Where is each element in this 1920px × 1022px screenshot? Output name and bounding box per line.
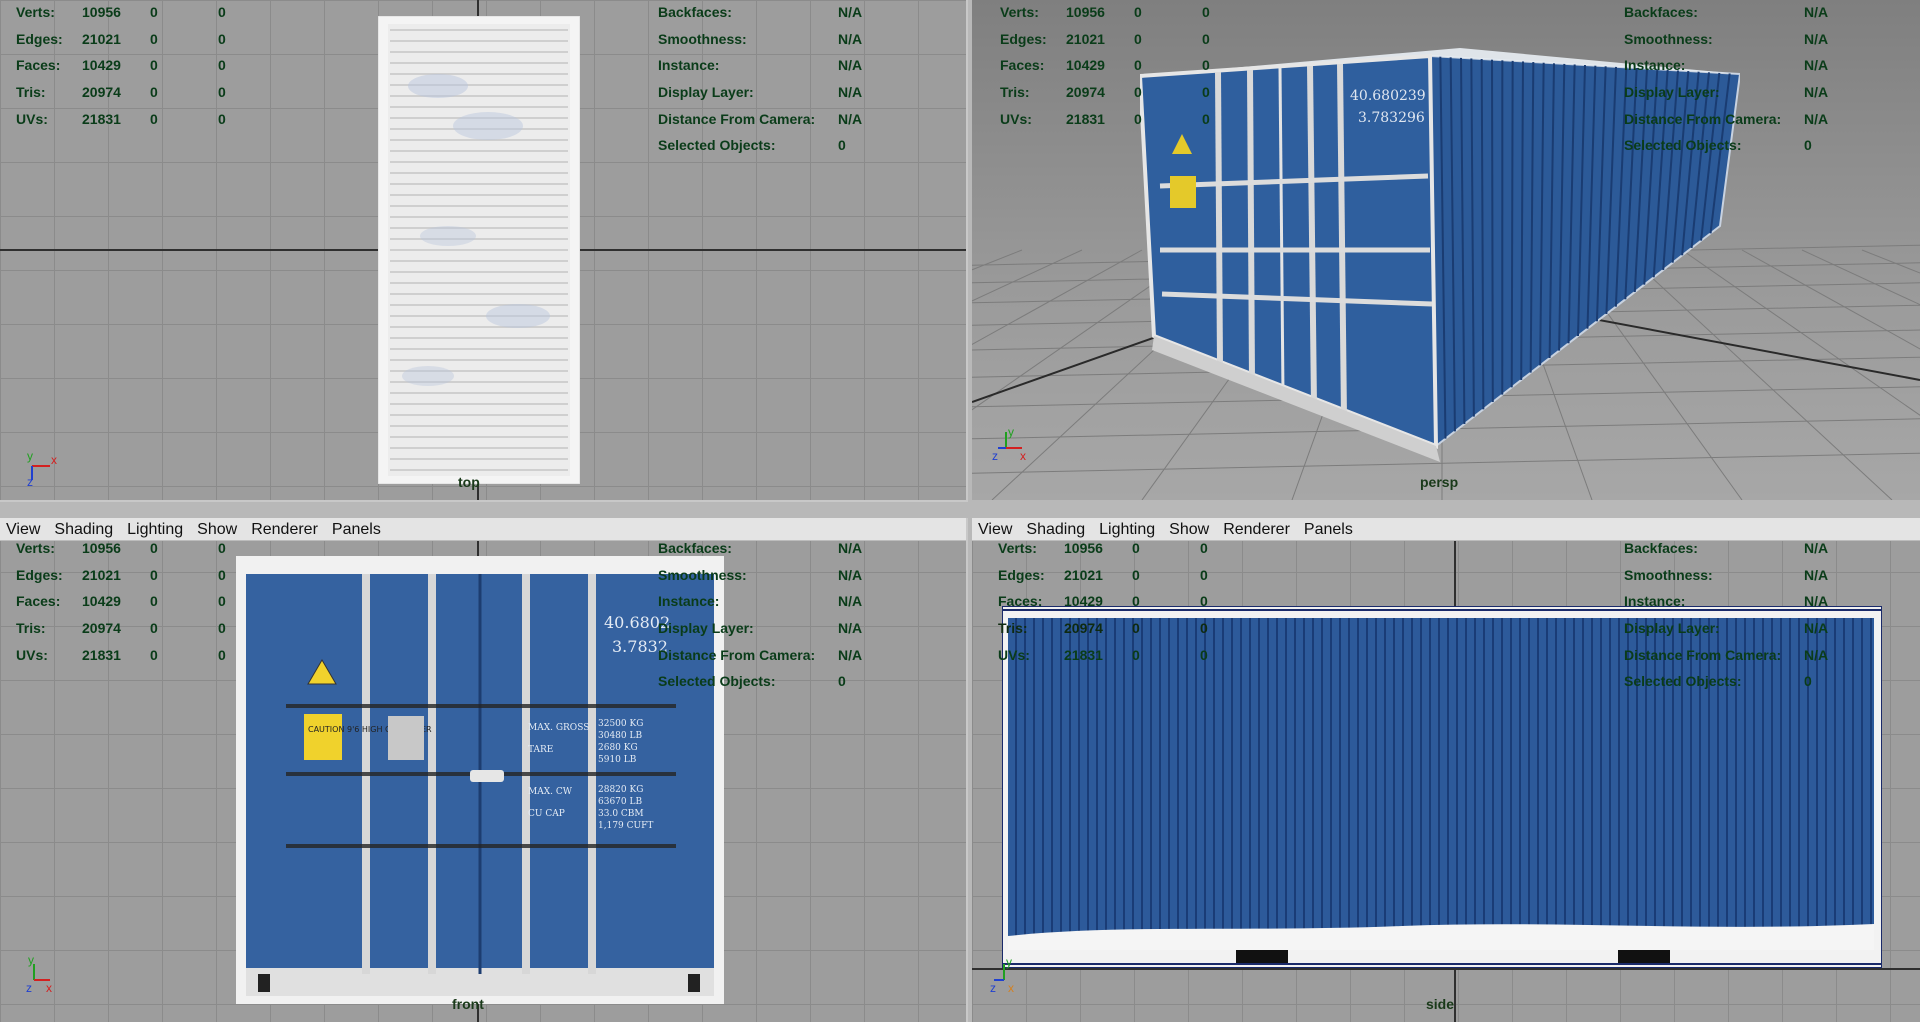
svg-text:z: z <box>26 981 32 994</box>
camera-label-persp: persp <box>1420 474 1459 490</box>
svg-text:TARE: TARE <box>528 745 553 755</box>
svg-text:63670 LB: 63670 LB <box>598 797 642 807</box>
viewport-front[interactable]: View Shading Lighting Show Renderer Pane… <box>0 518 968 1022</box>
svg-text:x: x <box>1020 449 1026 463</box>
svg-text:z: z <box>992 449 998 463</box>
axis-gizmo-side: y z x <box>988 954 1028 994</box>
svg-text:y: y <box>1006 955 1012 969</box>
camera-label-top: top <box>458 474 480 490</box>
menu-panels[interactable]: Panels <box>326 518 389 540</box>
hud-info-side: Backfaces: N/A Smoothness: N/A Instance: N/… <box>1624 540 1829 690</box>
axis-gizmo-front: y x z <box>24 954 64 994</box>
svg-text:3.783296: 3.783296 <box>1358 110 1425 126</box>
menu-view[interactable]: View <box>972 518 1020 540</box>
svg-text:33.0 CBM: 33.0 CBM <box>598 809 644 819</box>
panel-menubar-front: View Shading Lighting Show Renderer Pane… <box>0 518 966 541</box>
menu-show[interactable]: Show <box>191 518 245 540</box>
svg-text:28820 KG: 28820 KG <box>598 785 643 795</box>
hud-stats-persp: Verts: 10956 0 0 Edges: 21021 0 0 Faces: 10429 0… <box>1000 4 1210 127</box>
hud-info: Backfaces: N/A Smoothness: N/A Instance: N/… <box>658 4 863 154</box>
svg-text:MAX. CW: MAX. CW <box>528 787 573 797</box>
svg-text:x: x <box>1008 981 1014 994</box>
menu-shading[interactable]: Shading <box>1020 518 1093 540</box>
viewport-top[interactable]: Verts: 10956 0 0 Edges: 21021 0 0 Faces: 10429 0… <box>0 0 968 502</box>
hud-stats: Verts: 10956 0 0 Edges: 21021 0 0 Faces: 10429 0… <box>16 4 226 127</box>
menu-lighting[interactable]: Lighting <box>121 518 191 540</box>
menu-show[interactable]: Show <box>1163 518 1217 540</box>
camera-label-side: side <box>1426 996 1455 1012</box>
hud-info-front: Backfaces: N/A Smoothness: N/A Instance: N/… <box>658 540 863 690</box>
grid-axis-horizontal-side <box>972 968 1920 970</box>
viewport-side[interactable]: View Shading Lighting Show Renderer Pane… <box>972 518 1920 1022</box>
viewport-persp[interactable]: 40.680239 3.783296 Verts: 10956 0 0 Edges: 2… <box>972 0 1920 500</box>
hud-info-persp: Backfaces: N/A Smoothness: N/A Instance: N/… <box>1624 4 1829 154</box>
hud-stats-front: Verts: 10956 0 0 Edges: 21021 0 0 Faces: 10429 0… <box>16 540 226 663</box>
svg-text:x: x <box>51 453 57 467</box>
svg-text:5910 LB: 5910 LB <box>598 755 637 765</box>
svg-text:z: z <box>990 981 996 994</box>
svg-text:x: x <box>46 981 52 994</box>
container-top-view[interactable] <box>378 16 580 484</box>
hud-stats-side: Verts: 10956 0 0 Edges: 21021 0 0 Faces: 10429 0… <box>998 540 1208 663</box>
panel-menubar-side: View Shading Lighting Show Renderer Pane… <box>972 518 1920 541</box>
svg-text:2680 KG: 2680 KG <box>598 743 638 753</box>
svg-text:y: y <box>1008 425 1014 439</box>
menu-panels[interactable]: Panels <box>1298 518 1361 540</box>
menu-renderer[interactable]: Renderer <box>245 518 326 540</box>
svg-text:z: z <box>27 475 33 486</box>
menu-view[interactable]: View <box>0 518 48 540</box>
camera-label-front: front <box>452 996 484 1012</box>
container-front-view[interactable]: CAUTION 9'6 HIGH CONTAINER 40.6802 3.783… <box>236 556 724 1004</box>
svg-text:y: y <box>28 954 34 967</box>
svg-text:40.680239: 40.680239 <box>1350 88 1426 104</box>
axis-gizmo-top: y x z <box>24 446 64 486</box>
svg-text:32500 KG: 32500 KG <box>598 719 643 729</box>
svg-text:y: y <box>27 449 33 463</box>
menu-lighting[interactable]: Lighting <box>1093 518 1163 540</box>
svg-text:30480 LB: 30480 LB <box>598 731 642 741</box>
svg-text:MAX. GROSS: MAX. GROSS <box>528 723 589 733</box>
svg-text:CU CAP: CU CAP <box>528 809 565 819</box>
menu-renderer[interactable]: Renderer <box>1217 518 1298 540</box>
axis-gizmo-persp: y x z <box>992 424 1032 464</box>
menu-shading[interactable]: Shading <box>48 518 121 540</box>
svg-text:1,179 CUFT: 1,179 CUFT <box>598 821 653 831</box>
